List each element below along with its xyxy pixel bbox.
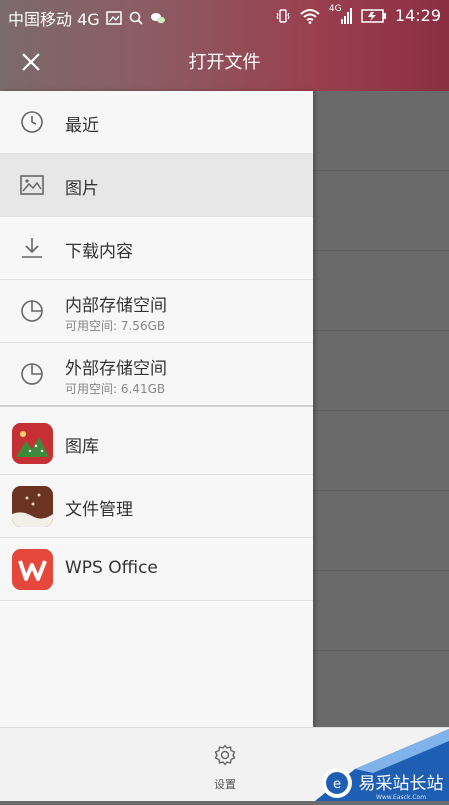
drawer-item-label: 下载内容 xyxy=(65,242,133,262)
free-space-text: 可用空间: 7.56GB xyxy=(65,319,166,333)
drawer-item-label: 最近 xyxy=(65,116,99,136)
wifi-icon xyxy=(300,8,320,24)
clock-icon xyxy=(21,111,43,133)
drawer-item-internal-storage[interactable]: 内部存储空间 可用空间: 7.56GB xyxy=(0,280,313,343)
gear-icon xyxy=(214,744,236,766)
search-notification-icon xyxy=(129,11,143,25)
cellular-signal-icon: 4G xyxy=(329,4,353,25)
file-manager-app-icon xyxy=(12,486,53,527)
free-space-text: 可用空间: 6.41GB xyxy=(65,382,166,396)
app-header: 中国移动 4G 4G 14:29 打开文件 xyxy=(0,0,449,91)
vibrate-icon xyxy=(276,8,290,23)
image-icon xyxy=(20,175,44,195)
drawer-item-label: 外部存储空间 xyxy=(65,359,167,379)
drawer-item-images[interactable]: 图片 xyxy=(0,154,313,217)
bottom-bar: 设置 e 易采站长站 Www.Easck.Com xyxy=(0,727,449,801)
clock-time: 14:29 xyxy=(394,6,441,25)
storage-pie-icon xyxy=(21,363,43,385)
gallery-app-icon xyxy=(12,423,53,464)
app-item-wps-office[interactable]: WPS Office xyxy=(0,538,313,601)
navigation-drawer: 最近 图片 下载内容 内部存储空间 可用空间: 7.56GB 外部存储空间 可用… xyxy=(0,91,313,727)
drawer-item-downloads[interactable]: 下载内容 xyxy=(0,217,313,280)
drawer-item-label: 内部存储空间 xyxy=(65,296,167,316)
drawer-item-recent[interactable]: 最近 xyxy=(0,91,313,154)
storage-pie-icon xyxy=(21,300,43,322)
svg-text:e: e xyxy=(333,777,341,792)
drawer-item-external-storage[interactable]: 外部存储空间 可用空间: 6.41GB xyxy=(0,343,313,406)
drawer-item-label: 图片 xyxy=(65,179,99,199)
carrier-text: 中国移动 4G xyxy=(8,10,100,29)
page-title: 打开文件 xyxy=(188,52,261,73)
download-icon xyxy=(22,238,42,258)
gallery-notification-icon xyxy=(105,11,122,25)
app-item-file-manager[interactable]: 文件管理 xyxy=(0,475,313,538)
settings-button[interactable]: 设置 xyxy=(205,744,245,792)
settings-label: 设置 xyxy=(214,778,236,791)
wps-office-app-icon xyxy=(12,549,53,590)
status-bar: 中国移动 4G 4G 14:29 xyxy=(0,0,449,32)
app-item-label: 文件管理 xyxy=(65,500,133,520)
svg-text:易采站长站: 易采站长站 xyxy=(359,774,444,794)
title-bar: 打开文件 xyxy=(0,32,449,91)
app-item-gallery[interactable]: 图库 xyxy=(0,412,313,475)
battery-icon xyxy=(361,8,386,23)
site-watermark-logo: e 易采站长站 Www.Easck.Com xyxy=(315,729,449,801)
wechat-notification-icon xyxy=(150,13,165,24)
content-scrim[interactable] xyxy=(313,91,449,727)
app-item-label: WPS Office xyxy=(65,558,158,578)
app-item-label: 图库 xyxy=(65,437,99,457)
section-divider xyxy=(0,405,313,407)
